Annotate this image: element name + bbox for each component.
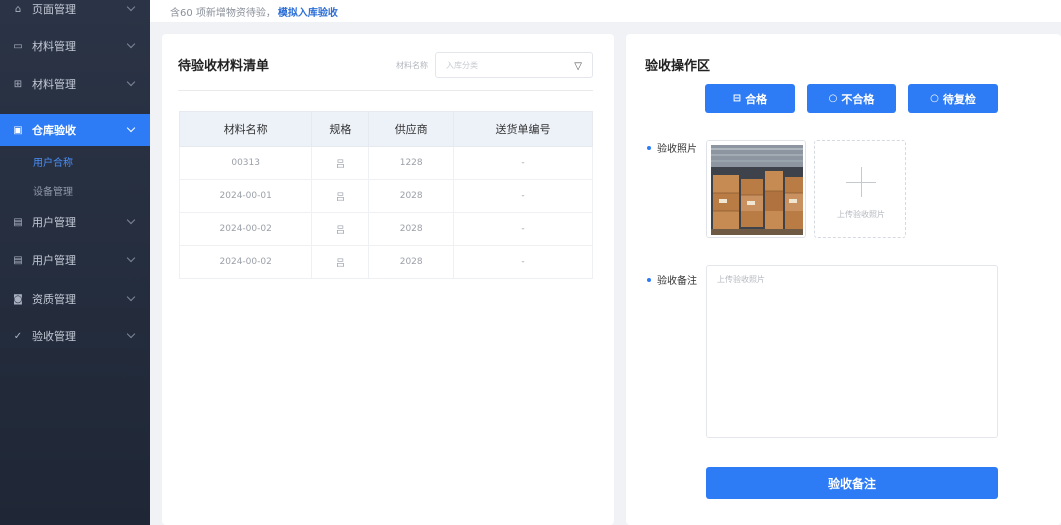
panel-title: 验收操作区 <box>645 59 711 74</box>
sidebar-item-user-management[interactable]: ▤ 用户管理 <box>0 206 150 238</box>
filter-icon: ▽ <box>574 61 582 72</box>
pass-button[interactable]: ⊟ 合格 <box>705 84 795 113</box>
sidebar-item-label: 用户管理 <box>32 216 76 229</box>
chevron-down-icon <box>126 215 136 225</box>
cell-spec: 吕 <box>311 179 370 213</box>
notes-label-text: 验收备注 <box>657 276 697 287</box>
category-select[interactable]: 入库分类 ▽ <box>435 52 593 78</box>
sidebar-item-qualification-management[interactable]: ◙ 资质管理 <box>0 283 150 315</box>
fail-button-label: 不合格 <box>841 92 875 106</box>
materials-table: 材料名称 规格 供应商 送货单编号 00313 吕 1228 - 2024-00… <box>178 111 594 279</box>
notes-placeholder: 上传验收照片 <box>717 275 765 284</box>
chevron-down-icon <box>126 2 136 12</box>
sidebar-item-label: 页面管理 <box>32 3 76 16</box>
pending-materials-panel: 待验收材料清单 材料名称 入库分类 ▽ 材料名称 规格 供应商 送货单编号 00… <box>162 34 614 525</box>
recheck-button[interactable]: ○ 待复检 <box>908 84 998 113</box>
panel-title: 待验收材料清单 <box>178 59 270 74</box>
inspection-action-panel: 验收操作区 ⊟ 合格 ○ 不合格 ○ 待复检 验收照片 上传验收照片 验收备注 … <box>626 34 1061 525</box>
sidebar-item-material-management-2[interactable]: ⊞ 材料管理 <box>0 68 150 100</box>
plus-icon-vertical <box>861 167 862 197</box>
divider <box>178 90 593 91</box>
inspection-photo-thumbnail[interactable] <box>706 140 806 238</box>
badge-icon: ◙ <box>13 293 23 305</box>
chevron-down-icon <box>126 77 136 87</box>
cell-spec: 吕 <box>311 146 370 180</box>
sidebar-item-label: 用户管理 <box>32 254 76 267</box>
home-icon: ⌂ <box>14 3 22 15</box>
cell-supplier: 2028 <box>368 245 454 279</box>
check-icon: ✓ <box>13 330 23 342</box>
chevron-down-icon <box>126 123 136 133</box>
cell-supplier: 2028 <box>368 179 454 213</box>
cell-material: 2024-00-02 <box>178 212 313 246</box>
circle-icon: ○ <box>930 93 939 104</box>
table-row[interactable]: 2024-00-02 吕 2028 - <box>178 245 594 279</box>
simulate-inspection-link[interactable]: 模拟入库验收 <box>278 4 338 19</box>
upload-text: 上传验收照片 <box>837 210 885 219</box>
column-header[interactable]: 规格 <box>311 111 370 147</box>
cell-spec: 吕 <box>311 245 370 279</box>
chevron-down-icon <box>126 39 136 49</box>
chevron-down-icon <box>126 292 136 302</box>
recheck-button-label: 待复检 <box>942 92 976 106</box>
sidebar-item-material-management[interactable]: ▭ 材料管理 <box>0 30 150 62</box>
table-row[interactable]: 00313 吕 1228 - <box>178 146 594 180</box>
monitor-icon: ▭ <box>13 40 23 52</box>
top-notice-bar: 含60 项新增物资待验， 模拟入库验收 <box>150 0 1061 22</box>
sidebar-subitem-label: 用户合称 <box>33 157 73 169</box>
user-icon: ▤ <box>13 216 23 228</box>
table-row[interactable]: 2024-00-01 吕 2028 - <box>178 179 594 213</box>
chevron-down-icon <box>126 253 136 263</box>
pass-button-label: 合格 <box>745 92 768 106</box>
fail-button[interactable]: ○ 不合格 <box>807 84 896 113</box>
cell-spec: 吕 <box>311 212 370 246</box>
warehouse-photo-image <box>707 141 805 237</box>
sidebar-item-warehouse-inspection[interactable]: ▣ 仓库验收 <box>0 114 150 146</box>
notes-textarea[interactable]: 上传验收照片 <box>706 265 998 438</box>
notes-field-label: 验收备注 <box>647 272 697 287</box>
sidebar-subitem-user[interactable]: 用户合称 <box>0 147 150 175</box>
cell-delivery-no: - <box>452 179 594 213</box>
cell-material: 00313 <box>178 146 313 180</box>
notice-text: 含60 项新增物资待验， <box>170 7 276 19</box>
sidebar-item-user-management-2[interactable]: ▤ 用户管理 <box>0 244 150 276</box>
sidebar: ⌂ 页面管理 ▭ 材料管理 ⊞ 材料管理 ▣ 仓库验收 用户合称 设备管理 ▤ … <box>0 0 150 525</box>
grid-icon: ⊞ <box>13 78 23 90</box>
cell-material: 2024-00-02 <box>178 245 313 279</box>
sidebar-subitem-device[interactable]: 设备管理 <box>0 176 150 204</box>
bullet-dot <box>647 145 651 150</box>
submit-notes-button[interactable]: 验收备注 <box>706 467 998 499</box>
cell-delivery-no: - <box>452 212 594 246</box>
sidebar-subitem-label: 设备管理 <box>33 186 73 198</box>
column-header[interactable]: 送货单编号 <box>452 111 594 147</box>
photo-field-label: 验收照片 <box>647 140 697 155</box>
pass-icon: ⊟ <box>732 93 742 104</box>
sidebar-item-page-management[interactable]: ⌂ 页面管理 <box>0 0 150 25</box>
cell-delivery-no: - <box>452 245 594 279</box>
photo-label-text: 验收照片 <box>657 144 697 155</box>
table-row[interactable]: 2024-00-02 吕 2028 - <box>178 212 594 246</box>
user-icon: ▤ <box>13 254 23 266</box>
select-placeholder: 入库分类 <box>446 60 478 70</box>
cell-delivery-no: - <box>452 146 594 180</box>
sidebar-item-label: 仓库验收 <box>32 124 76 137</box>
filter-label: 材料名称 <box>396 61 428 70</box>
column-header[interactable]: 材料名称 <box>178 111 313 147</box>
cell-supplier: 1228 <box>368 146 454 180</box>
sidebar-item-label: 材料管理 <box>32 40 76 53</box>
clipboard-icon: ▣ <box>13 124 23 136</box>
sidebar-item-label: 资质管理 <box>32 293 76 306</box>
sidebar-item-inspection-management[interactable]: ✓ 验收管理 <box>0 320 150 352</box>
sidebar-item-label: 验收管理 <box>32 330 76 343</box>
upload-photo-button[interactable]: 上传验收照片 <box>814 140 906 238</box>
bullet-dot <box>647 277 651 282</box>
table-header-row: 材料名称 规格 供应商 送货单编号 <box>178 111 594 147</box>
chevron-down-icon <box>126 329 136 339</box>
cell-supplier: 2028 <box>368 212 454 246</box>
circle-icon: ○ <box>828 93 838 104</box>
sidebar-item-label: 材料管理 <box>32 78 76 91</box>
cell-material: 2024-00-01 <box>178 179 313 213</box>
column-header[interactable]: 供应商 <box>368 111 454 147</box>
